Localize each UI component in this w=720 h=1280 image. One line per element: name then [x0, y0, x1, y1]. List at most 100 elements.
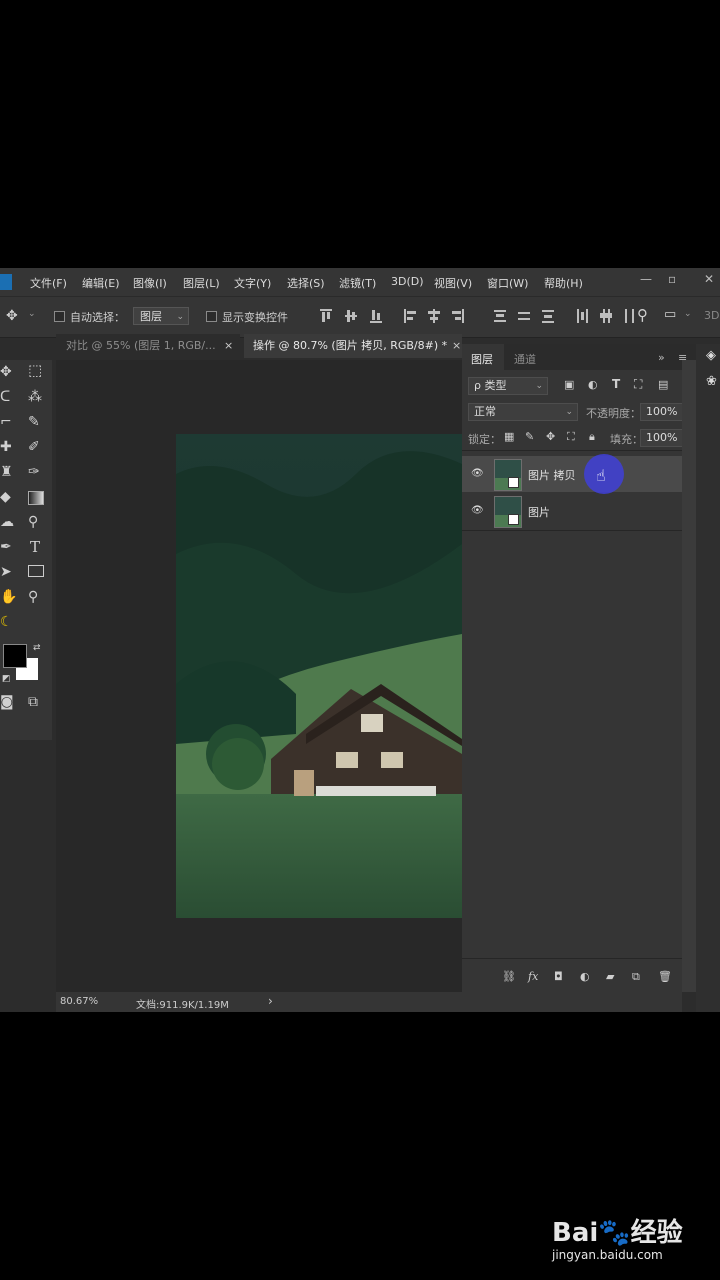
path-selection-tool-icon[interactable]: ➤	[0, 564, 12, 580]
document-canvas[interactable]	[176, 434, 462, 918]
zoom-level[interactable]: 80.67%	[60, 996, 98, 1007]
auto-select-dropdown[interactable]: 图层 ⌄	[133, 307, 189, 325]
history-brush-tool-icon[interactable]: ✑	[28, 464, 40, 480]
move-tool-icon[interactable]: ✥	[6, 308, 18, 324]
pen-tool-icon[interactable]: ✒	[0, 539, 12, 555]
dodge-tool-icon[interactable]: ⚲	[28, 514, 38, 530]
menu-view[interactable]: 视图(V)	[434, 275, 472, 291]
menu-image[interactable]: 图像(I)	[133, 275, 167, 291]
vertical-scrollbar[interactable]	[682, 360, 696, 992]
align-hcenter-icon[interactable]	[428, 309, 440, 323]
brush-tool-icon[interactable]: ✐	[28, 439, 40, 455]
align-right-icon[interactable]	[452, 309, 464, 323]
menu-window[interactable]: 窗口(W)	[487, 275, 528, 291]
foreground-color-swatch[interactable]	[3, 644, 27, 668]
smart-object-filter-icon[interactable]: ▤	[658, 378, 668, 391]
move-tool-icon[interactable]: ✥	[0, 364, 12, 380]
layer-row-original[interactable]: 👁︎ 图片	[462, 493, 682, 529]
menu-file[interactable]: 文件(F)	[30, 275, 67, 291]
default-colors-icon[interactable]: ◩	[2, 671, 11, 687]
quick-mask-icon[interactable]: ◙	[0, 694, 14, 710]
gradient-tool-icon[interactable]	[28, 491, 44, 505]
menu-help[interactable]: 帮助(H)	[544, 275, 583, 291]
layer-filter-dropdown[interactable]: ρ 类型 ⌄	[468, 377, 548, 395]
distribute-left-icon[interactable]	[576, 309, 588, 323]
layer-name[interactable]: 图片 拷贝	[528, 467, 576, 483]
menu-layer[interactable]: 图层(L)	[183, 275, 220, 291]
panel-tabs: 图层 通道 » ≡	[462, 344, 696, 370]
clone-stamp-tool-icon[interactable]: ♜	[0, 464, 13, 480]
distribute-vcenter-icon[interactable]	[518, 309, 530, 323]
blend-mode-dropdown[interactable]: 正常 ⌄	[468, 403, 578, 421]
zoom-tool-icon[interactable]: ⚲	[28, 589, 38, 605]
hand-tool-icon[interactable]: ✋	[0, 589, 17, 605]
collapse-icon[interactable]: »	[658, 351, 665, 364]
distribute-hcenter-icon[interactable]	[600, 309, 612, 323]
tab-document-1[interactable]: 对比 @ 55% (图层 1, RGB/... ×	[56, 334, 240, 358]
maximize-icon[interactable]: ▫	[668, 272, 676, 286]
magic-wand-tool-icon[interactable]: ⁂	[28, 389, 42, 405]
blur-tool-icon[interactable]: ☁	[0, 514, 14, 530]
visibility-eye-icon[interactable]: 👁︎	[471, 468, 484, 479]
fx-icon[interactable]: fx	[528, 970, 538, 983]
align-vcenter-icon[interactable]	[345, 309, 357, 323]
tab-document-2[interactable]: 操作 @ 80.7% (图片 拷贝, RGB/8#) * ×	[244, 334, 462, 358]
workspace-icon[interactable]: ▭	[664, 307, 676, 322]
menu-filter[interactable]: 滤镜(T)	[339, 275, 376, 291]
adjustment-filter-icon[interactable]: ◐	[588, 378, 598, 391]
rectangle-tool-icon[interactable]	[28, 565, 44, 577]
screen-mode-icon[interactable]: ⧉	[28, 694, 38, 710]
folder-icon[interactable]: ▰	[606, 970, 614, 983]
layer-name[interactable]: 图片	[528, 504, 550, 520]
distribute-top-icon[interactable]	[494, 309, 506, 323]
search-icon[interactable]: ⚲	[637, 306, 648, 324]
close-icon[interactable]: ×	[452, 334, 461, 358]
align-top-icon[interactable]	[320, 309, 332, 323]
show-transform-checkbox[interactable]	[206, 311, 217, 322]
lasso-tool-icon[interactable]: ᑕ	[0, 389, 10, 405]
chevron-down-icon[interactable]: ⌄	[28, 309, 36, 319]
layers-dock-icon[interactable]: ◈	[706, 348, 716, 363]
minimize-icon[interactable]: —	[640, 272, 652, 286]
lock-artboard-icon[interactable]: ⛶	[567, 430, 575, 444]
chevron-down-icon[interactable]: ⌄	[684, 309, 692, 319]
distribute-bottom-icon[interactable]	[542, 309, 554, 323]
align-left-icon[interactable]	[404, 309, 416, 323]
swap-colors-icon[interactable]: ⇄	[33, 640, 41, 656]
banana-edit-toolbar-icon[interactable]: ☾	[0, 614, 13, 630]
mask-icon[interactable]: ◘	[554, 970, 563, 983]
distribute-right-icon[interactable]	[624, 309, 636, 323]
channels-dock-icon[interactable]: ❀	[706, 374, 717, 389]
close-icon[interactable]: ×	[224, 334, 233, 358]
lock-transparent-icon[interactable]: ▦	[504, 430, 514, 443]
status-menu-arrow-icon[interactable]: ›	[268, 994, 273, 1008]
close-window-icon[interactable]: ✕	[704, 272, 714, 286]
crop-tool-icon[interactable]: ⌐	[0, 414, 12, 430]
tab-channels[interactable]: 通道	[514, 351, 536, 367]
auto-select-checkbox[interactable]	[54, 311, 65, 322]
menu-3d[interactable]: 3D(D)	[391, 275, 424, 288]
eraser-tool-icon[interactable]: ◆	[0, 489, 11, 505]
healing-brush-tool-icon[interactable]: ✚	[0, 439, 12, 455]
layer-row-copy[interactable]: 👁︎ 图片 拷贝 ☝	[462, 454, 682, 494]
type-tool-icon[interactable]: T	[30, 539, 40, 555]
marquee-tool-icon[interactable]: ⬚	[28, 362, 42, 378]
watermark-url: jingyan.baidu.com	[552, 1248, 663, 1262]
trash-icon[interactable]: 🗑︎	[658, 970, 672, 983]
new-layer-icon[interactable]: ⧉	[632, 970, 640, 984]
menu-type[interactable]: 文字(Y)	[234, 275, 271, 291]
shape-filter-icon[interactable]: ⛶	[634, 377, 642, 392]
pixel-filter-icon[interactable]: ▣	[564, 378, 574, 391]
tab-layers[interactable]: 图层	[471, 351, 493, 367]
link-icon[interactable]: ⛓	[502, 970, 516, 983]
adjustment-icon[interactable]: ◐	[580, 970, 590, 983]
lock-all-icon[interactable]: 🔒︎	[589, 430, 595, 444]
menu-select[interactable]: 选择(S)	[287, 275, 325, 291]
lock-position-icon[interactable]: ✥	[546, 430, 555, 443]
type-filter-icon[interactable]: T	[612, 377, 620, 391]
eyedropper-tool-icon[interactable]: ✎	[28, 414, 40, 430]
align-bottom-icon[interactable]	[370, 309, 382, 323]
lock-pixels-icon[interactable]: ✎	[525, 430, 534, 443]
visibility-eye-icon[interactable]: 👁︎	[471, 505, 484, 516]
menu-edit[interactable]: 编辑(E)	[82, 275, 120, 291]
